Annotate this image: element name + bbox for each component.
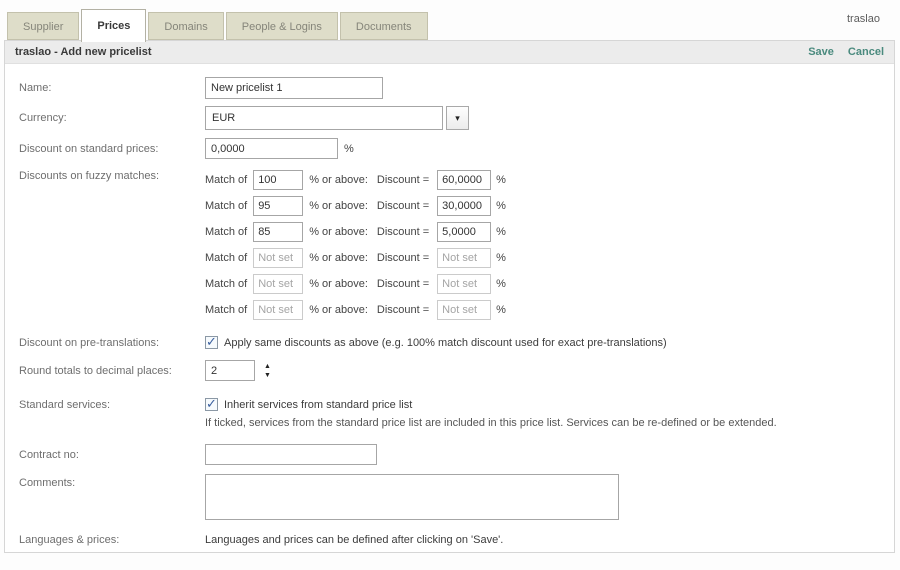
standard-services-label: Standard services: (19, 399, 205, 411)
contract-row: Contract no: (19, 444, 894, 465)
services-note: If ticked, services from the standard pr… (205, 417, 894, 429)
checkbox-check-icon: ✓ (206, 396, 217, 412)
match-of-label: Match of (205, 174, 247, 186)
fuzzy-row: Match of % or above: Discount = % (205, 271, 506, 297)
currency-label: Currency: (19, 112, 205, 124)
percent-sign: % (496, 226, 506, 238)
fuzzy-row: Match of % or above: Discount = % (205, 167, 506, 193)
standard-discount-input[interactable] (205, 138, 338, 159)
fuzzy-row: Match of % or above: Discount = % (205, 297, 506, 323)
currency-row: Currency: EUR ▾ (19, 106, 894, 130)
percent-sign: % (496, 200, 506, 212)
pricelist-panel: traslao - Add new pricelist Save Cancel … (4, 40, 895, 553)
discount-input[interactable] (437, 300, 491, 320)
or-above-label: % or above: (309, 174, 368, 186)
percent-sign: % (344, 143, 354, 155)
match-of-label: Match of (205, 252, 247, 264)
discount-eq-label: Discount = (377, 252, 429, 264)
percent-sign: % (496, 278, 506, 290)
standard-discount-label: Discount on standard prices: (19, 143, 205, 155)
currency-select: EUR ▾ (205, 106, 469, 130)
contract-input[interactable] (205, 444, 377, 465)
name-row: Name: (19, 77, 894, 99)
comments-row: Comments: (19, 474, 894, 520)
round-totals-row: Round totals to decimal places: ▲ ▼ (19, 360, 894, 381)
match-input[interactable] (253, 274, 303, 294)
discount-input[interactable] (437, 274, 491, 294)
match-input[interactable] (253, 222, 303, 242)
or-above-label: % or above: (309, 200, 368, 212)
or-above-label: % or above: (309, 226, 368, 238)
cancel-button[interactable]: Cancel (848, 46, 884, 58)
match-input[interactable] (253, 300, 303, 320)
discount-eq-label: Discount = (377, 226, 429, 238)
name-label: Name: (19, 82, 205, 94)
percent-sign: % (496, 304, 506, 316)
stepper-up-icon[interactable]: ▲ (264, 363, 271, 370)
currency-value[interactable]: EUR (205, 106, 443, 130)
discount-eq-label: Discount = (377, 174, 429, 186)
discount-input[interactable] (437, 196, 491, 216)
discount-eq-label: Discount = (377, 278, 429, 290)
name-input[interactable] (205, 77, 383, 99)
languages-text: Languages and prices can be defined afte… (205, 534, 503, 546)
fuzzy-matches-row: Discounts on fuzzy matches: Match of % o… (19, 167, 894, 323)
tab-documents[interactable]: Documents (340, 12, 428, 40)
fuzzy-matches-label: Discounts on fuzzy matches: (19, 167, 205, 182)
currency-dropdown-button[interactable]: ▾ (446, 106, 469, 130)
save-button[interactable]: Save (808, 46, 834, 58)
inherit-services-text: Inherit services from standard price lis… (224, 399, 412, 411)
languages-label: Languages & prices: (19, 534, 205, 546)
chevron-down-icon: ▾ (455, 114, 460, 123)
pretranslations-row: Discount on pre-translations: ✓ Apply sa… (19, 336, 894, 349)
match-of-label: Match of (205, 278, 247, 290)
tab-domains[interactable]: Domains (148, 12, 223, 40)
discount-input[interactable] (437, 222, 491, 242)
discount-input[interactable] (437, 170, 491, 190)
fuzzy-row: Match of % or above: Discount = % (205, 193, 506, 219)
or-above-label: % or above: (309, 252, 368, 264)
stepper-down-icon[interactable]: ▼ (264, 372, 271, 379)
standard-services-row: Standard services: ✓ Inherit services fr… (19, 398, 894, 411)
match-input[interactable] (253, 170, 303, 190)
tab-supplier[interactable]: Supplier (7, 12, 79, 40)
comments-textarea[interactable] (205, 474, 619, 520)
decimal-places-input[interactable] (205, 360, 255, 381)
fuzzy-row: Match of % or above: Discount = % (205, 219, 506, 245)
languages-row: Languages & prices: Languages and prices… (19, 534, 894, 546)
contract-label: Contract no: (19, 449, 205, 461)
match-input[interactable] (253, 248, 303, 268)
match-of-label: Match of (205, 200, 247, 212)
tab-prices[interactable]: Prices (81, 9, 146, 42)
discount-input[interactable] (437, 248, 491, 268)
standard-services-block: Standard services: ✓ Inherit services fr… (19, 398, 894, 429)
add-pricelist-form: Name: Currency: EUR ▾ Discount on standa… (5, 64, 894, 546)
discount-eq-label: Discount = (377, 304, 429, 316)
or-above-label: % or above: (309, 304, 368, 316)
round-totals-label: Round totals to decimal places: (19, 365, 205, 377)
user-label: traslao (847, 13, 880, 25)
comments-label: Comments: (19, 474, 205, 489)
tab-bar: Supplier Prices Domains People & Logins … (7, 9, 430, 40)
or-above-label: % or above: (309, 278, 368, 290)
tab-people-logins[interactable]: People & Logins (226, 12, 338, 40)
match-input[interactable] (253, 196, 303, 216)
fuzzy-row: Match of % or above: Discount = % (205, 245, 506, 271)
pretranslations-label: Discount on pre-translations: (19, 337, 205, 349)
checkbox-check-icon: ✓ (206, 334, 217, 350)
match-of-label: Match of (205, 304, 247, 316)
match-of-label: Match of (205, 226, 247, 238)
percent-sign: % (496, 252, 506, 264)
titlebar: traslao - Add new pricelist Save Cancel (5, 41, 894, 64)
percent-sign: % (496, 174, 506, 186)
apply-discounts-checkbox[interactable]: ✓ (205, 336, 218, 349)
discount-eq-label: Discount = (377, 200, 429, 212)
fuzzy-rows: Match of % or above: Discount = % Match … (205, 167, 506, 323)
apply-discounts-text: Apply same discounts as above (e.g. 100%… (224, 337, 667, 349)
standard-discount-row: Discount on standard prices: % (19, 138, 894, 159)
decimal-places-stepper: ▲ ▼ (264, 363, 271, 379)
inherit-services-checkbox[interactable]: ✓ (205, 398, 218, 411)
page-title: traslao - Add new pricelist (15, 46, 152, 58)
